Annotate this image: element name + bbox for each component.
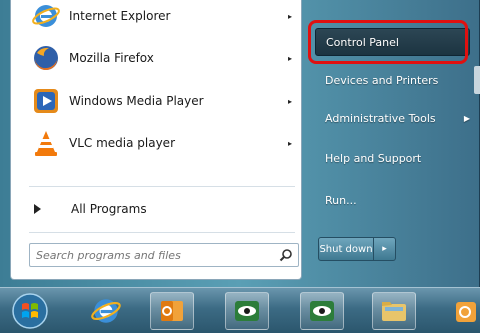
devices-and-printers-item[interactable]: Devices and Printers [315,66,470,94]
separator [29,232,295,233]
shutdown-group: Shut down ▸ [318,237,408,263]
program-label: Windows Media Player [69,94,204,108]
devices-tab-edge [474,66,480,94]
start-menu-programs-pane: Internet Explorer ▸ Mozilla Firefox ▸ Wi… [10,0,302,280]
shutdown-options-button[interactable]: ▸ [374,237,396,261]
program-label: Internet Explorer [69,9,171,23]
search-box[interactable] [29,243,299,267]
expand-arrow-icon [34,204,41,214]
taskbar-explorer[interactable] [372,292,416,330]
internet-explorer-icon [91,299,121,323]
devices-and-printers-label: Devices and Printers [325,73,439,87]
program-label: Mozilla Firefox [69,51,154,65]
help-and-support-label: Help and Support [325,151,422,165]
eye-app-icon [310,301,334,321]
program-item-vlc[interactable]: VLC media player ▸ [11,121,301,165]
internet-explorer-icon [32,5,60,27]
media-player-icon [34,89,58,113]
program-item-windows-media-player[interactable]: Windows Media Player ▸ [11,79,301,123]
firefox-icon [34,46,58,71]
all-programs-label: All Programs [71,202,147,216]
submenu-arrow-icon: ▸ [288,96,293,106]
administrative-tools-item[interactable]: Administrative Tools ▶ [315,104,470,132]
taskbar-app-2[interactable] [300,292,344,330]
start-menu: Internet Explorer ▸ Mozilla Firefox ▸ Wi… [0,0,480,287]
submenu-arrow-icon: ▸ [288,138,293,148]
vlc-icon [35,131,57,156]
help-and-support-item[interactable]: Help and Support [315,144,470,172]
highlight-outline [308,20,468,64]
eye-app-icon [235,301,259,321]
program-item-firefox[interactable]: Mozilla Firefox ▸ [11,36,301,80]
search-icon[interactable] [279,248,293,262]
search-input[interactable] [36,247,266,263]
administrative-tools-label: Administrative Tools [325,111,436,125]
taskbar-outlook[interactable] [150,292,194,330]
shutdown-button[interactable]: Shut down [318,237,374,261]
taskbar-app-1[interactable] [225,292,269,330]
program-label: VLC media player [69,136,176,150]
start-button[interactable] [4,292,56,330]
run-item[interactable]: Run... [315,186,470,214]
start-orb-icon [12,293,48,329]
taskbar-internet-explorer[interactable] [84,292,128,330]
program-item-internet-explorer[interactable]: Internet Explorer ▸ [11,0,301,38]
taskbar-app-3[interactable] [446,292,480,330]
folder-icon [382,302,406,321]
separator [29,186,295,187]
submenu-arrow-icon: ▸ [288,53,293,63]
all-programs-button[interactable]: All Programs [11,196,301,224]
submenu-arrow-icon: ▸ [288,11,293,21]
app-icon [456,302,476,322]
run-label: Run... [325,193,357,207]
outlook-icon [161,301,183,321]
taskbar [0,287,480,333]
submenu-arrow-icon: ▶ [463,113,470,123]
